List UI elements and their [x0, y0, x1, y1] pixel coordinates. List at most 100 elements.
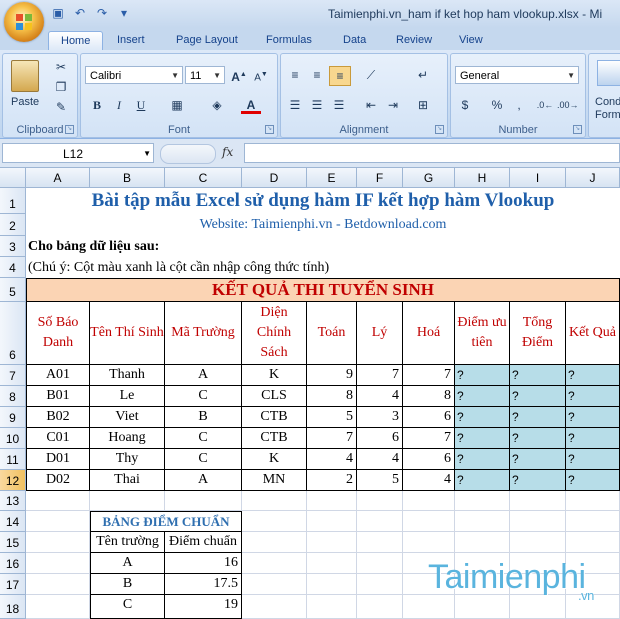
row-header-18[interactable]: 18	[0, 595, 26, 619]
shrink-font-icon[interactable]: A▼	[251, 66, 271, 84]
data-cell[interactable]: A01	[26, 365, 90, 386]
data-cell[interactable]: ?	[566, 470, 620, 491]
result-title[interactable]: KẾT QUẢ THI TUYỂN SINH	[26, 278, 620, 302]
cell[interactable]	[26, 491, 90, 511]
row-header-14[interactable]: 14	[0, 511, 26, 532]
row-header-9[interactable]: 9	[0, 407, 26, 428]
column-title[interactable]: Tên Thí Sinh	[90, 302, 165, 365]
data-cell[interactable]: Thy	[90, 449, 165, 470]
data-cell[interactable]: K	[242, 365, 307, 386]
paste-button[interactable]: Paste	[11, 96, 39, 108]
column-title[interactable]: Toán	[307, 302, 357, 365]
data-cell[interactable]: ?	[510, 428, 566, 449]
percent-button[interactable]: %	[487, 96, 507, 114]
column-title[interactable]: Kết Quả	[566, 302, 620, 365]
sheet-title[interactable]: Bài tập mẫu Excel sử dụng hàm IF kết hợp…	[26, 188, 620, 214]
cell[interactable]	[307, 574, 357, 595]
cut-icon[interactable]: ✂	[51, 58, 71, 76]
standard-table-cell[interactable]: A	[90, 553, 165, 574]
data-cell[interactable]: CTB	[242, 407, 307, 428]
cell[interactable]	[242, 553, 307, 574]
row-header-17[interactable]: 17	[0, 574, 26, 595]
standard-table-header[interactable]: Tên trường	[90, 532, 165, 553]
data-cell[interactable]: CTB	[242, 428, 307, 449]
row-header-15[interactable]: 15	[0, 532, 26, 553]
cell[interactable]	[165, 491, 242, 511]
data-cell[interactable]: 9	[307, 365, 357, 386]
save-icon[interactable]: ▣	[50, 6, 66, 20]
bold-button[interactable]: B	[87, 96, 107, 114]
number-format-combo[interactable]: General ▼	[455, 66, 579, 84]
row-header-13[interactable]: 13	[0, 491, 26, 511]
standard-table-cell[interactable]: 17.5	[165, 574, 242, 595]
formatting-label[interactable]: Forma	[595, 109, 620, 121]
data-cell[interactable]: C	[165, 428, 242, 449]
data-cell[interactable]: 4	[357, 449, 403, 470]
data-cell[interactable]: ?	[510, 407, 566, 428]
undo-icon[interactable]: ↶	[72, 6, 88, 20]
cell[interactable]	[455, 491, 510, 511]
cell[interactable]	[357, 491, 403, 511]
column-header-d[interactable]: D	[242, 168, 307, 188]
alignment-launcher-icon[interactable]: ↘	[435, 125, 444, 134]
paste-icon[interactable]	[11, 60, 39, 92]
cell[interactable]	[242, 491, 307, 511]
cell[interactable]	[26, 553, 90, 574]
cell[interactable]	[455, 511, 510, 532]
tab-review[interactable]: Review	[396, 31, 432, 50]
data-cell[interactable]: C	[165, 449, 242, 470]
currency-icon[interactable]: $	[455, 96, 475, 114]
data-cell[interactable]: B	[165, 407, 242, 428]
cell[interactable]	[357, 532, 403, 553]
font-name-combo[interactable]: Calibri ▼	[85, 66, 183, 84]
cell[interactable]	[242, 595, 307, 619]
data-cell[interactable]: D01	[26, 449, 90, 470]
number-launcher-icon[interactable]: ↘	[573, 125, 582, 134]
data-cell[interactable]: 4	[357, 386, 403, 407]
data-cell[interactable]: A	[165, 365, 242, 386]
data-cell[interactable]: 5	[357, 470, 403, 491]
row-header-5[interactable]: 5	[0, 278, 26, 302]
data-cell[interactable]: 4	[403, 470, 455, 491]
data-cell[interactable]: Thanh	[90, 365, 165, 386]
merge-center-icon[interactable]: ⊞	[413, 96, 433, 114]
italic-button[interactable]: I	[109, 96, 129, 114]
data-cell[interactable]: 3	[357, 407, 403, 428]
cell[interactable]	[403, 595, 455, 619]
decrease-indent-icon[interactable]: ⇤	[361, 96, 381, 114]
data-cell[interactable]: ?	[455, 449, 510, 470]
cell[interactable]	[403, 511, 455, 532]
data-cell[interactable]: K	[242, 449, 307, 470]
tab-page-layout[interactable]: Page Layout	[176, 31, 238, 50]
cell[interactable]	[403, 532, 455, 553]
column-title[interactable]: Tổng Điểm	[510, 302, 566, 365]
chevron-down-icon[interactable]: ▼	[143, 144, 151, 164]
data-cell[interactable]: B02	[26, 407, 90, 428]
data-cell[interactable]: C	[165, 386, 242, 407]
font-size-combo[interactable]: 11 ▼	[185, 66, 225, 84]
data-cell[interactable]: Hoang	[90, 428, 165, 449]
standard-table-title[interactable]: BẢNG ĐIỂM CHUẨN	[90, 511, 242, 532]
tab-data[interactable]: Data	[343, 31, 366, 50]
column-header-a[interactable]: A	[26, 168, 90, 188]
data-cell[interactable]: ?	[510, 449, 566, 470]
row-header-11[interactable]: 11	[0, 449, 26, 470]
row-header-12[interactable]: 12	[0, 470, 26, 491]
office-button[interactable]	[4, 2, 44, 42]
conditional-formatting-icon[interactable]	[597, 60, 620, 86]
column-title[interactable]: Điểm ưu tiên	[455, 302, 510, 365]
cell[interactable]	[455, 595, 510, 619]
cell[interactable]	[566, 532, 620, 553]
name-box[interactable]: L12 ▼	[2, 143, 154, 163]
cell[interactable]	[357, 595, 403, 619]
standard-table-cell[interactable]: 19	[165, 595, 242, 619]
clipboard-launcher-icon[interactable]: ↘	[65, 125, 74, 134]
data-cell[interactable]: 7	[403, 365, 455, 386]
align-center-icon[interactable]: ☰	[307, 96, 327, 114]
borders-icon[interactable]: ▦	[167, 96, 187, 114]
standard-table-header[interactable]: Điểm chuẩn	[165, 532, 242, 553]
cell[interactable]	[566, 511, 620, 532]
font-color-icon[interactable]: A	[241, 96, 261, 114]
data-cell[interactable]: ?	[510, 365, 566, 386]
data-cell[interactable]: 7	[403, 428, 455, 449]
